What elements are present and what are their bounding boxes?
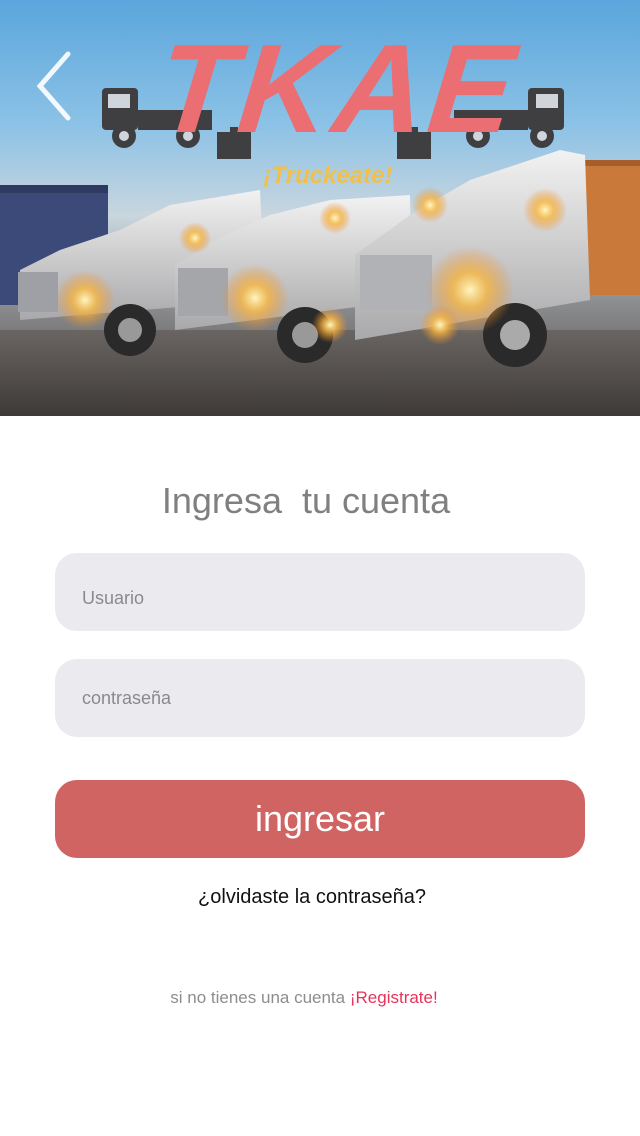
logo-title: TKAE [151,18,525,159]
password-field[interactable] [55,659,585,737]
logo: TKAE ¡Truckeate! [98,18,568,196]
register-row: si no tienes una cuenta ¡Registrate! [0,988,608,1008]
username-input[interactable] [55,553,585,631]
chevron-left-icon [36,51,71,121]
login-screen: TKAE ¡Truckeate! Ingresa tu cuenta ingre… [0,0,640,1136]
register-prompt: si no tienes una cuenta [170,988,350,1007]
password-input[interactable] [55,659,585,737]
username-field[interactable] [55,553,585,631]
back-button[interactable] [30,50,78,122]
logo-slogan: ¡Truckeate! [263,162,393,189]
form-title: Ingresa tu cuenta [161,480,451,521]
forgot-password-link[interactable]: ¿olvidaste la contraseña? [0,886,624,909]
hero-image: TKAE ¡Truckeate! [0,0,640,416]
login-button[interactable]: ingresar [55,780,585,858]
register-link[interactable]: ¡Registrate! [350,988,438,1007]
